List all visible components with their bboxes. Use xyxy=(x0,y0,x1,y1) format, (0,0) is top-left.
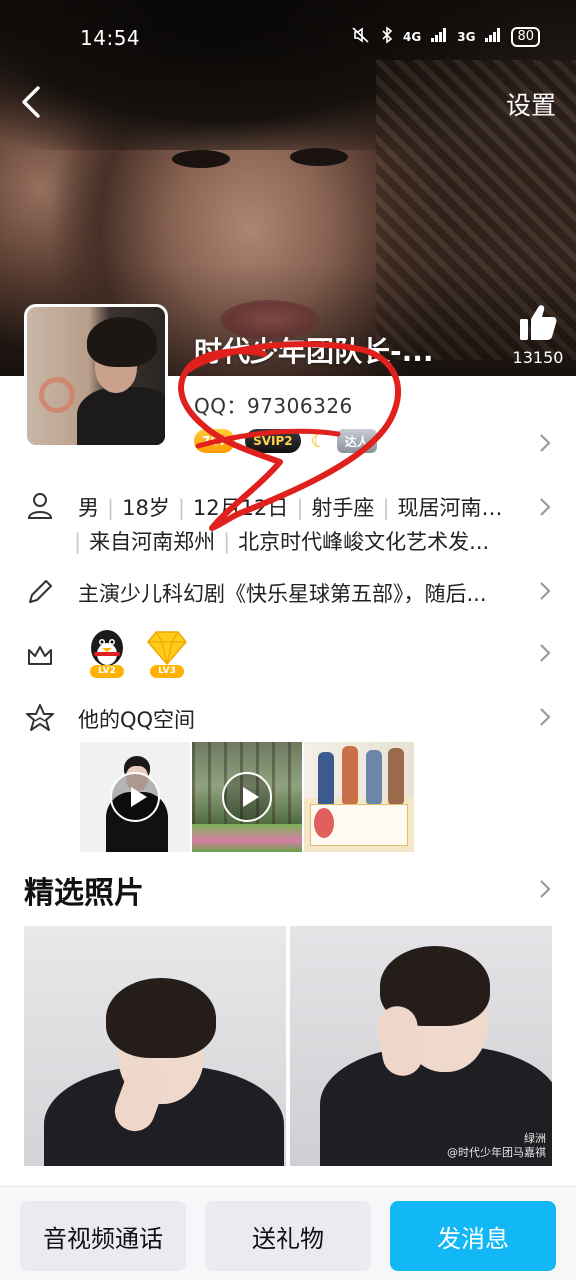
gender: 男 xyxy=(78,496,99,520)
chevron-right-icon xyxy=(540,498,551,516)
penguin-icon xyxy=(91,630,123,666)
signal-3g-icon: 3G xyxy=(457,30,476,44)
diamond-icon xyxy=(147,631,187,666)
featured-photos-title: 精选照片 xyxy=(24,876,144,911)
battery-icon: 80 xyxy=(511,27,540,47)
birthday: 12月12日 xyxy=(192,496,289,520)
play-icon xyxy=(222,772,272,822)
pencil-icon xyxy=(29,580,52,603)
star-icon xyxy=(26,704,54,731)
avatar[interactable] xyxy=(24,304,168,448)
back-button[interactable] xyxy=(14,82,54,122)
company: 北京时代峰峻文化艺术发... xyxy=(238,530,490,554)
chevron-right-icon xyxy=(540,708,551,726)
person-icon xyxy=(27,493,53,519)
crown-icon xyxy=(28,646,52,665)
diamond-level-badge: LV3 xyxy=(144,626,190,678)
level-label: LV3 xyxy=(150,665,184,678)
signal-4g-icon: 4G xyxy=(403,30,422,44)
play-icon xyxy=(110,772,160,822)
qzone-video-thumbnail[interactable] xyxy=(80,742,190,852)
signal-bars-icon xyxy=(485,28,501,46)
qzone-video-thumbnail[interactable] xyxy=(192,742,302,852)
talent-badge: 达人 xyxy=(336,429,377,453)
qzone-label: 他的QQ空间 xyxy=(78,708,196,732)
bottom-action-bar: 音视频通话 送礼物 发消息 xyxy=(0,1186,576,1280)
like-count: 13150 xyxy=(512,348,564,367)
level-label: LV2 xyxy=(90,665,124,678)
qzone-photo-thumbnail[interactable] xyxy=(304,742,414,852)
status-time: 14:54 xyxy=(80,26,141,50)
chevron-right-icon[interactable] xyxy=(538,432,552,454)
signal-bars-icon xyxy=(431,28,447,46)
send-message-button[interactable]: 发消息 xyxy=(390,1201,556,1271)
featured-photo[interactable] xyxy=(24,926,286,1166)
thumbs-up-icon xyxy=(520,305,557,340)
send-gift-button[interactable]: 送礼物 xyxy=(205,1201,371,1271)
profile-page: 14:54 4G 3G 80 设置 时代少年团队长-... 13150 QQ：9… xyxy=(0,0,576,1280)
featured-photo[interactable]: 绿洲 @时代少年团马嘉祺 xyxy=(290,926,552,1166)
bluetooth-icon xyxy=(381,26,393,48)
badges-row[interactable]: 707 SVIP2 ☾ 达人 xyxy=(194,426,377,456)
current-city: 现居河南郑州 xyxy=(397,496,521,520)
back-arrow-icon xyxy=(22,86,40,118)
chevron-right-icon[interactable] xyxy=(538,878,552,900)
like-button[interactable]: 13150 xyxy=(508,304,568,370)
status-bar: 14:54 4G 3G 80 xyxy=(0,0,576,76)
photo-watermark: 绿洲 @时代少年团马嘉祺 xyxy=(447,1132,546,1159)
chevron-right-icon xyxy=(540,582,551,600)
settings-link[interactable]: 设置 xyxy=(506,86,556,122)
age: 18岁 xyxy=(122,496,170,520)
hometown: 来自河南郑州 xyxy=(89,530,216,554)
zodiac: 射手座 xyxy=(311,496,375,520)
chevron-right-icon xyxy=(540,644,551,662)
vip-level-badge: 707 xyxy=(194,429,236,453)
moon-icon: ☾ xyxy=(310,430,327,452)
svip-badge: SVIP2 xyxy=(245,429,301,453)
mute-vibrate-icon xyxy=(351,26,371,48)
signature-text: 主演少儿科幻剧《快乐星球第五部》，随后... xyxy=(78,582,487,606)
audio-video-call-button[interactable]: 音视频通话 xyxy=(20,1201,186,1271)
profile-name: 时代少年团队长-... xyxy=(194,335,434,368)
qq-level-badge: LV2 xyxy=(84,626,130,678)
qq-number: QQ：97306326 xyxy=(194,394,353,418)
